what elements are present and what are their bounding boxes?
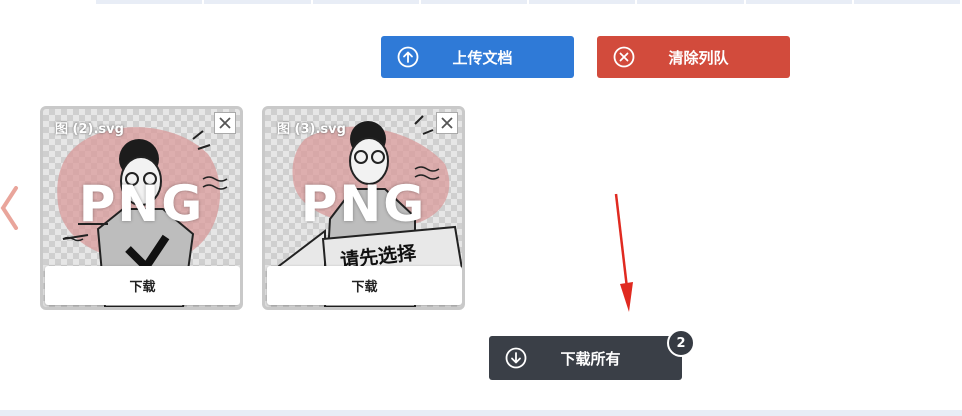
- chevron-left-icon[interactable]: [0, 186, 20, 230]
- file-name: 图 (2).svg: [55, 122, 124, 137]
- bottom-strip: [0, 410, 962, 416]
- annotation-arrow: [614, 193, 633, 312]
- upload-button[interactable]: 上传文档: [381, 36, 574, 78]
- upload-button-label: 上传文档: [452, 48, 513, 67]
- file-converter-page: 上传文档 清除列队 图 (2).svg PNG 下载 请先选择 图 (3).sv…: [0, 0, 962, 416]
- top-tab-strip: [96, 0, 962, 4]
- x-circle-icon: [613, 46, 635, 68]
- close-icon[interactable]: [436, 112, 458, 134]
- file-card: 图 (2).svg PNG 下载: [40, 106, 243, 310]
- file-name: 图 (3).svg: [277, 122, 346, 137]
- arrow-down-circle-icon: [505, 347, 527, 369]
- clear-queue-label: 清除列队: [668, 48, 729, 67]
- download-button[interactable]: 下载: [45, 266, 240, 305]
- output-format-label: PNG: [78, 175, 205, 233]
- download-button[interactable]: 下载: [267, 266, 462, 305]
- download-all-button[interactable]: 下载所有: [489, 336, 682, 380]
- download-all-label: 下载所有: [560, 349, 621, 368]
- output-format-label: PNG: [300, 175, 427, 233]
- file-card: 请先选择 图 (3).svg PNG 下载: [262, 106, 465, 310]
- file-count-badge: 2: [667, 329, 695, 357]
- close-icon[interactable]: [214, 112, 236, 134]
- arrow-up-circle-icon: [397, 46, 419, 68]
- clear-queue-button[interactable]: 清除列队: [597, 36, 790, 78]
